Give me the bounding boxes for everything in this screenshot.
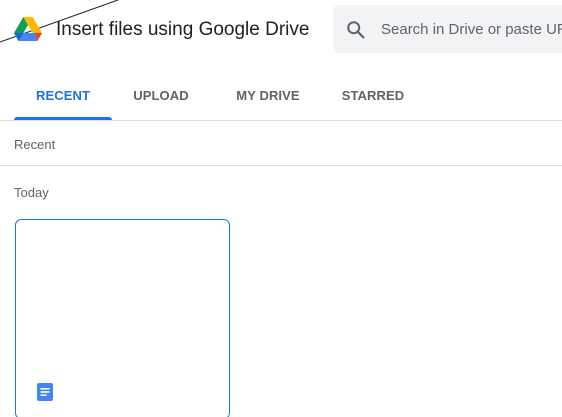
tab-my-drive[interactable]: MY DRIVE xyxy=(220,72,316,119)
picker-header: Insert files using Google Drive xyxy=(0,0,562,64)
google-docs-icon xyxy=(37,383,53,401)
tab-bar: RECENT UPLOAD MY DRIVE STARRED xyxy=(0,72,562,121)
dialog-title: Insert files using Google Drive xyxy=(56,19,310,40)
breadcrumb: Recent xyxy=(14,137,56,152)
tab-upload[interactable]: UPLOAD xyxy=(120,72,202,119)
file-card[interactable] xyxy=(15,219,230,417)
section-heading-today: Today xyxy=(14,185,49,200)
drive-picker-dialog: Insert files using Google Drive RECENT U… xyxy=(0,0,562,417)
search-box[interactable] xyxy=(333,5,562,53)
tab-starred[interactable]: STARRED xyxy=(328,72,418,119)
search-icon[interactable] xyxy=(345,19,367,41)
google-drive-logo-icon xyxy=(14,17,42,41)
divider xyxy=(0,165,562,166)
file-thumbnail xyxy=(28,228,218,368)
search-input[interactable] xyxy=(381,17,562,41)
tab-recent[interactable]: RECENT xyxy=(14,72,112,120)
